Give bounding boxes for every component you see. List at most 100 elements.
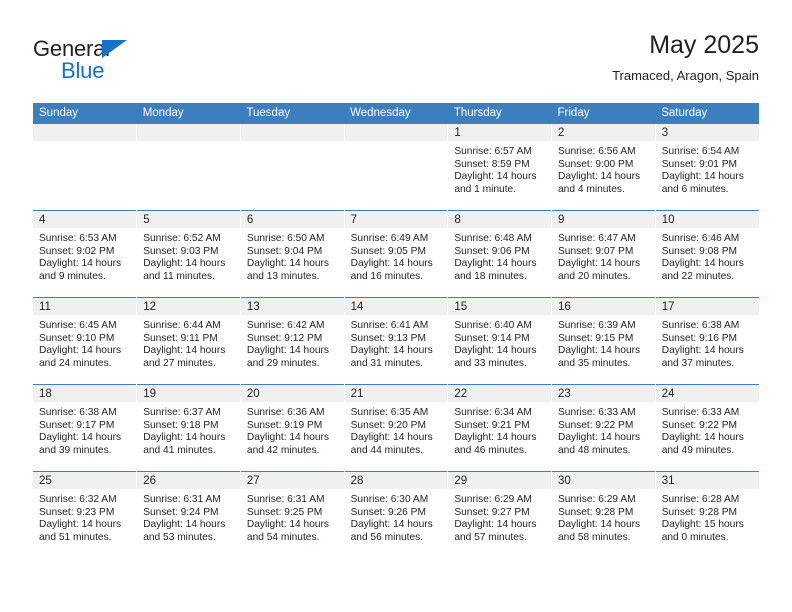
calendar-day-cell[interactable]: 25 Sunrise: 6:32 AM Sunset: 9:23 PM Dayligh… xyxy=(33,471,138,558)
weekday-header-sunday: Sunday xyxy=(33,103,137,124)
day-sunset: Sunset: 9:28 PM xyxy=(558,506,634,518)
calendar-day-cell[interactable]: 10 Sunrise: 6:46 AM Sunset: 9:08 PM Dayligh… xyxy=(655,210,759,298)
day-sunrise: Sunrise: 6:49 AM xyxy=(350,233,429,244)
calendar-cell-empty xyxy=(344,124,449,211)
day-details: Sunrise: 6:33 AM Sunset: 9:22 PM Daylight:… xyxy=(552,402,655,457)
day-details: Sunrise: 6:31 AM Sunset: 9:24 PM Daylight:… xyxy=(137,489,240,544)
day-daylight-line1: Daylight: 14 hours xyxy=(143,519,226,531)
calendar-day-cell[interactable]: 24 Sunrise: 6:33 AM Sunset: 9:22 PM Dayligh… xyxy=(655,384,759,472)
day-sunset: Sunset: 9:10 PM xyxy=(39,332,115,344)
calendar-day-cell[interactable]: 30 Sunrise: 6:29 AM Sunset: 9:28 PM Dayligh… xyxy=(551,471,656,558)
day-sunset: Sunset: 9:12 PM xyxy=(246,332,323,344)
calendar-day-cell[interactable]: 28 Sunrise: 6:30 AM Sunset: 9:26 PM Dayligh… xyxy=(344,471,449,558)
day-details: Sunrise: 6:47 AM Sunset: 9:07 PM Daylight:… xyxy=(552,228,655,283)
weekday-header-thursday: Thursday xyxy=(447,103,552,124)
calendar-day-cell[interactable]: 27 Sunrise: 6:31 AM Sunset: 9:25 PM Dayligh… xyxy=(240,471,345,558)
calendar-day-cell[interactable]: 9 Sunrise: 6:47 AM Sunset: 9:07 PM Daylight… xyxy=(551,210,656,298)
day-sunrise: Sunrise: 6:38 AM xyxy=(39,407,117,418)
calendar-day-cell[interactable]: 20 Sunrise: 6:36 AM Sunset: 9:19 PM Dayligh… xyxy=(240,384,345,472)
weekday-header-friday: Friday xyxy=(551,103,656,124)
day-number: 1 xyxy=(448,124,552,141)
calendar-day-cell[interactable]: 11 Sunrise: 6:45 AM Sunset: 9:10 PM Dayligh… xyxy=(33,297,138,385)
day-details: Sunrise: 6:41 AM Sunset: 9:13 PM Daylight:… xyxy=(345,315,448,370)
day-daylight-line1: Daylight: 14 hours xyxy=(143,345,226,357)
day-sunrise: Sunrise: 6:33 AM xyxy=(661,407,740,418)
day-sunrise: Sunrise: 6:37 AM xyxy=(143,407,221,418)
day-details: Sunrise: 6:57 AM Sunset: 8:59 PM Daylight:… xyxy=(448,141,551,196)
day-daylight-line2: and 48 minutes. xyxy=(558,444,631,456)
day-number: 23 xyxy=(552,385,655,402)
calendar-day-cell[interactable]: 12 Sunrise: 6:44 AM Sunset: 9:11 PM Dayligh… xyxy=(136,297,241,385)
calendar-day-cell[interactable]: 6 Sunrise: 6:50 AM Sunset: 9:04 PM Daylight… xyxy=(240,210,345,298)
calendar-day-cell[interactable]: 13 Sunrise: 6:42 AM Sunset: 9:12 PM Dayligh… xyxy=(240,297,345,385)
title-block: May 2025 Tramaced, Aragon, Spain xyxy=(612,30,759,86)
day-daylight-line1: Daylight: 14 hours xyxy=(454,171,537,183)
day-details: Sunrise: 6:48 AM Sunset: 9:06 PM Daylight:… xyxy=(448,228,551,283)
calendar-day-cell[interactable]: 15 Sunrise: 6:40 AM Sunset: 9:14 PM Dayligh… xyxy=(447,297,553,385)
calendar-day-cell[interactable]: 19 Sunrise: 6:37 AM Sunset: 9:18 PM Dayligh… xyxy=(136,384,241,472)
calendar-day-cell[interactable]: 16 Sunrise: 6:39 AM Sunset: 9:15 PM Dayligh… xyxy=(551,297,656,385)
day-daylight-line2: and 35 minutes. xyxy=(558,357,631,369)
page-title: May 2025 xyxy=(649,31,759,59)
calendar-day-cell[interactable]: 5 Sunrise: 6:52 AM Sunset: 9:03 PM Daylight… xyxy=(136,210,241,298)
calendar-day-cell[interactable]: 2 Sunrise: 6:56 AM Sunset: 9:00 PM Daylight… xyxy=(551,124,656,211)
calendar-day-cell[interactable]: 31 Sunrise: 6:28 AM Sunset: 9:28 PM Dayligh… xyxy=(655,471,759,558)
calendar-day-cell[interactable]: 4 Sunrise: 6:53 AM Sunset: 9:02 PM Daylight… xyxy=(33,210,138,298)
day-daylight-line2: and 6 minutes. xyxy=(661,183,729,195)
day-details: Sunrise: 6:28 AM Sunset: 9:28 PM Daylight:… xyxy=(656,489,759,544)
day-sunrise: Sunrise: 6:41 AM xyxy=(350,320,429,331)
day-sunset: Sunset: 9:05 PM xyxy=(350,245,426,257)
calendar-day-cell[interactable]: 29 Sunrise: 6:29 AM Sunset: 9:27 PM Dayligh… xyxy=(447,471,553,558)
day-sunrise: Sunrise: 6:53 AM xyxy=(39,233,117,244)
day-number: 2 xyxy=(552,124,655,141)
calendar-day-cell[interactable]: 21 Sunrise: 6:35 AM Sunset: 9:20 PM Dayligh… xyxy=(344,384,449,472)
page-header: General Blue May 2025 Tramaced, Aragon, … xyxy=(33,30,759,98)
calendar-day-cell[interactable]: 26 Sunrise: 6:31 AM Sunset: 9:24 PM Dayligh… xyxy=(136,471,241,558)
day-daylight-line2: and 44 minutes. xyxy=(350,444,424,456)
day-sunrise: Sunrise: 6:32 AM xyxy=(39,494,117,505)
calendar-day-cell[interactable]: 14 Sunrise: 6:41 AM Sunset: 9:13 PM Dayligh… xyxy=(344,297,449,385)
day-number: 7 xyxy=(344,211,448,228)
day-daylight-line2: and 57 minutes. xyxy=(454,531,527,543)
calendar-day-cell[interactable]: 17 Sunrise: 6:38 AM Sunset: 9:16 PM Dayligh… xyxy=(655,297,759,385)
day-number: 21 xyxy=(344,385,448,402)
day-sunset: Sunset: 9:24 PM xyxy=(143,506,219,518)
calendar-page: General Blue May 2025 Tramaced, Aragon, … xyxy=(0,0,792,612)
day-details: Sunrise: 6:37 AM Sunset: 9:18 PM Daylight:… xyxy=(137,402,240,457)
day-number: 15 xyxy=(448,298,552,315)
day-sunset: Sunset: 9:16 PM xyxy=(661,332,738,344)
day-daylight-line1: Daylight: 14 hours xyxy=(39,345,122,357)
general-blue-logo[interactable]: General Blue xyxy=(33,36,213,84)
day-sunrise: Sunrise: 6:29 AM xyxy=(454,494,532,505)
day-number: 28 xyxy=(344,472,448,489)
day-sunrise: Sunrise: 6:54 AM xyxy=(661,146,740,157)
day-details: Sunrise: 6:54 AM Sunset: 9:01 PM Daylight:… xyxy=(656,141,759,196)
day-number: 17 xyxy=(655,298,759,315)
day-number xyxy=(240,124,344,141)
day-daylight-line1: Daylight: 14 hours xyxy=(558,171,641,183)
day-sunrise: Sunrise: 6:42 AM xyxy=(246,320,325,331)
day-sunset: Sunset: 9:04 PM xyxy=(246,245,323,257)
calendar-day-cell[interactable]: 22 Sunrise: 6:34 AM Sunset: 9:21 PM Dayligh… xyxy=(447,384,553,472)
calendar-day-cell[interactable]: 3 Sunrise: 6:54 AM Sunset: 9:01 PM Daylight… xyxy=(655,124,759,211)
day-details: Sunrise: 6:40 AM Sunset: 9:14 PM Daylight:… xyxy=(448,315,551,370)
day-sunset: Sunset: 9:00 PM xyxy=(558,158,634,170)
day-details: Sunrise: 6:42 AM Sunset: 9:12 PM Daylight:… xyxy=(241,315,344,370)
calendar-day-cell[interactable]: 23 Sunrise: 6:33 AM Sunset: 9:22 PM Dayligh… xyxy=(551,384,656,472)
day-details: Sunrise: 6:31 AM Sunset: 9:25 PM Daylight:… xyxy=(241,489,344,544)
calendar-day-cell[interactable]: 8 Sunrise: 6:48 AM Sunset: 9:06 PM Daylight… xyxy=(447,210,553,298)
day-details: Sunrise: 6:49 AM Sunset: 9:05 PM Daylight:… xyxy=(345,228,448,283)
calendar-cell-empty xyxy=(33,124,138,211)
day-number: 24 xyxy=(655,385,759,402)
calendar-table: Sunday Monday Tuesday Wednesday Thursday Frid… xyxy=(33,103,759,558)
calendar-day-cell[interactable]: 1 Sunrise: 6:57 AM Sunset: 8:59 PM Daylight… xyxy=(447,124,553,211)
day-daylight-line1: Daylight: 14 hours xyxy=(454,519,537,531)
day-daylight-line1: Daylight: 14 hours xyxy=(454,432,537,444)
calendar-day-cell[interactable]: 7 Sunrise: 6:49 AM Sunset: 9:05 PM Daylight… xyxy=(344,210,449,298)
calendar-day-cell[interactable]: 18 Sunrise: 6:38 AM Sunset: 9:17 PM Dayligh… xyxy=(33,384,138,472)
day-number: 19 xyxy=(137,385,240,402)
weekday-header-tuesday: Tuesday xyxy=(240,103,345,124)
day-daylight-line2: and 39 minutes. xyxy=(39,444,112,456)
day-daylight-line2: and 56 minutes. xyxy=(350,531,424,543)
day-number: 25 xyxy=(33,472,137,489)
